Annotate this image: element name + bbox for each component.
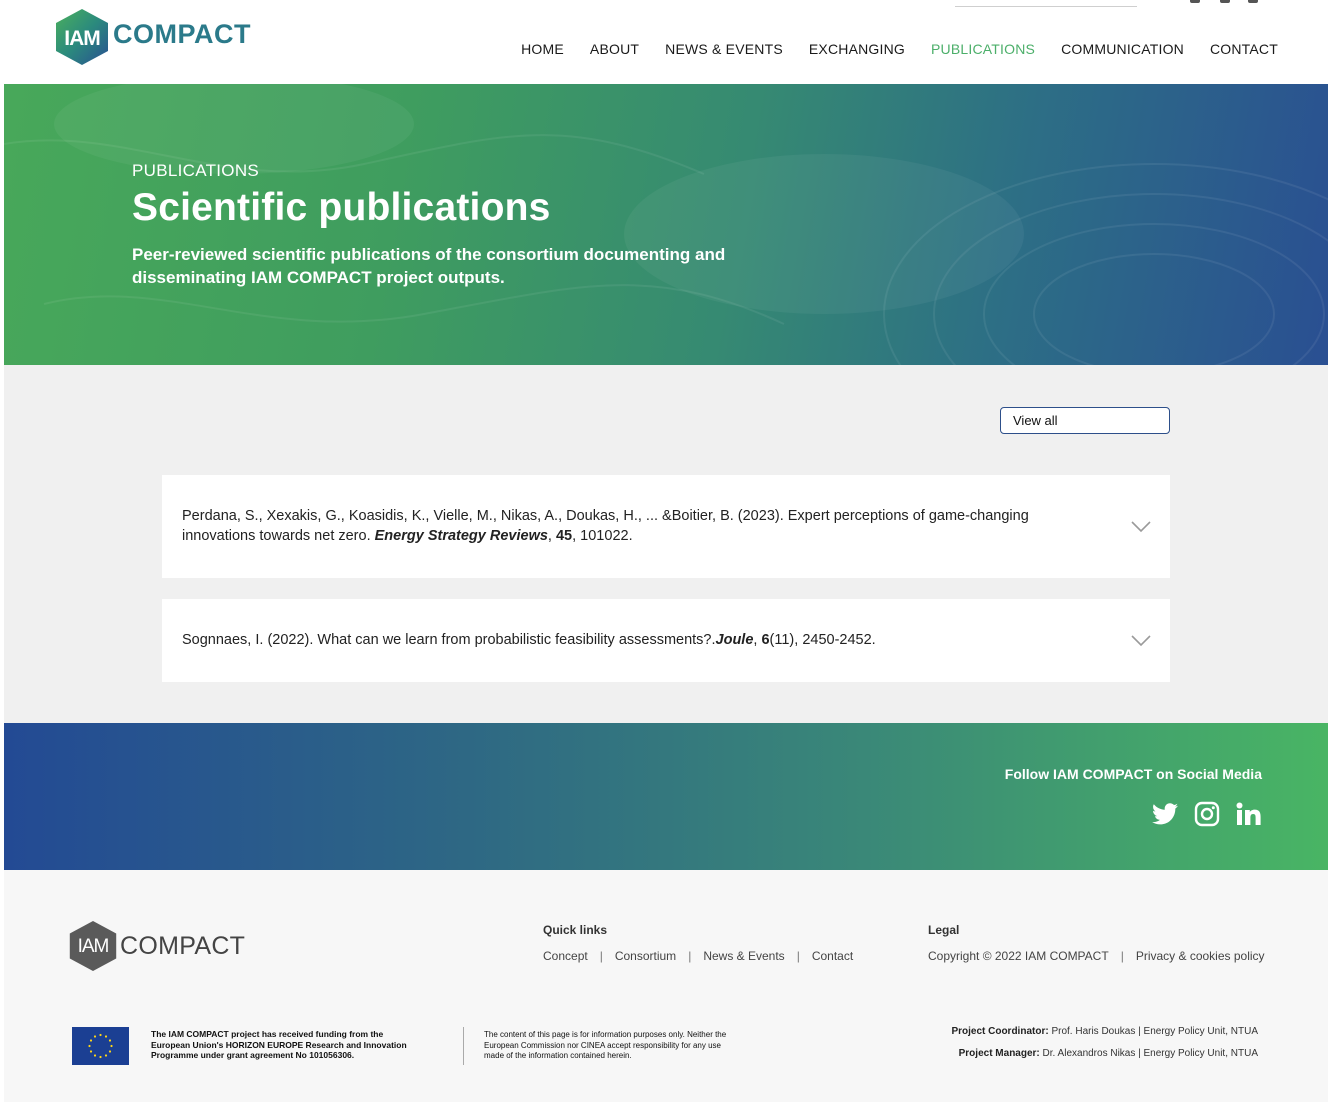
view-all-select[interactable]: View all (1000, 407, 1170, 434)
footer-link-news-events[interactable]: News & Events (703, 949, 784, 963)
publication-pages: (11), 2450-2452. (769, 632, 876, 648)
footer-link-contact[interactable]: Contact (812, 949, 853, 963)
hero-kicker: PUBLICATIONS (132, 161, 260, 180)
nav-communication[interactable]: COMMUNICATION (1061, 41, 1184, 57)
hero-subtitle: Peer-reviewed scientific publications of… (132, 245, 726, 287)
quick-links-title: Quick links (543, 923, 608, 937)
footer-link-concept[interactable]: Concept (543, 949, 588, 963)
copyright-text: Copyright © 2022 IAM COMPACT (928, 949, 1109, 963)
publication-volume: 6 (761, 632, 770, 648)
search-field[interactable] (955, 6, 1137, 7)
footer-logo[interactable]: IAM COMPACT (68, 920, 245, 972)
publication-item[interactable]: Perdana, S., Xexakis, G., Koasidis, K., … (162, 475, 1170, 578)
publication-authors: Sognnaes, I. (2022). What can we learn f… (182, 632, 716, 648)
manager-value: Dr. Alexandros Nikas | Energy Policy Uni… (1039, 1048, 1258, 1059)
footer-divider (463, 1027, 464, 1065)
disclaimer-line: European Commission nor CINEA accept res… (484, 1040, 721, 1050)
link-separator: | (599, 949, 603, 963)
page-title: Scientific publications (132, 186, 551, 229)
hero-content: PUBLICATIONS Scientific publications Pee… (132, 161, 772, 289)
publication-journal: Joule (715, 632, 754, 648)
footer-logo-wordmark: COMPACT (120, 931, 246, 960)
twitter-icon-top[interactable] (1190, 0, 1200, 3)
nav-news-events[interactable]: NEWS & EVENTS (665, 41, 783, 57)
link-separator: | (796, 949, 800, 963)
project-coordinator: Project Coordinator: Prof. Haris Doukas … (951, 1026, 1258, 1037)
nav-publications[interactable]: PUBLICATIONS (931, 41, 1035, 57)
instagram-icon-top[interactable] (1220, 0, 1230, 3)
funding-line: European Union's HORIZON EUROPE Research… (151, 1039, 407, 1050)
chevron-down-icon[interactable] (1130, 520, 1152, 534)
logo-hexagon-icon: IAM (54, 8, 110, 66)
social-title: Follow IAM COMPACT on Social Media (1004, 766, 1262, 782)
manager-label: Project Manager: (958, 1048, 1040, 1059)
nav-home[interactable]: HOME (521, 41, 564, 57)
publication-item[interactable]: Sognnaes, I. (2022). What can we learn f… (162, 599, 1170, 682)
eu-flag-icon (72, 1027, 129, 1065)
footer-logo-mark: IAM (77, 936, 110, 957)
coordinator-label: Project Coordinator: (951, 1026, 1049, 1037)
publication-citation: Sognnaes, I. (2022). What can we learn f… (182, 630, 1102, 650)
publication-citation: Perdana, S., Xexakis, G., Koasidis, K., … (182, 506, 1102, 546)
disclaimer: The content of this page is for informat… (484, 1030, 726, 1062)
publication-pages: , 101022. (572, 528, 633, 544)
hero-banner: PUBLICATIONS Scientific publications Pee… (4, 84, 1328, 365)
funding-statement: The IAM COMPACT project has received fun… (151, 1029, 407, 1061)
disclaimer-line: The content of this page is for informat… (484, 1030, 727, 1039)
site-logo[interactable]: IAM COMPACT (54, 8, 251, 66)
main-nav: HOME ABOUT NEWS & EVENTS EXCHANGING PUBL… (495, 41, 1278, 57)
twitter-icon[interactable] (1152, 803, 1178, 825)
disclaimer-line: made of the information contained herein… (484, 1051, 632, 1060)
publication-journal: Energy Strategy Reviews (374, 528, 548, 544)
linkedin-icon-top[interactable] (1248, 0, 1258, 3)
site-footer: IAM COMPACT Quick links Concept | Consor… (4, 870, 1328, 1102)
funding-line: Programme under grant agreement No 10105… (151, 1050, 355, 1060)
instagram-icon[interactable] (1194, 801, 1220, 827)
linkedin-icon[interactable] (1236, 802, 1262, 826)
publication-volume: 45 (555, 528, 573, 544)
funding-line: The IAM COMPACT project has received fun… (151, 1029, 384, 1039)
chevron-down-icon[interactable] (1130, 634, 1152, 648)
coordinator-value: Prof. Haris Doukas | Energy Policy Unit,… (1048, 1026, 1258, 1037)
quick-links: Concept | Consortium | News & Events | C… (543, 949, 853, 963)
publication-sep: , (547, 528, 556, 544)
legal-title: Legal (928, 923, 960, 937)
logo-wordmark: COMPACT (113, 18, 251, 49)
link-separator: | (688, 949, 692, 963)
nav-exchanging[interactable]: EXCHANGING (809, 41, 905, 57)
link-separator: | (1120, 949, 1124, 963)
nav-about[interactable]: ABOUT (590, 41, 639, 57)
social-band: Follow IAM COMPACT on Social Media (4, 723, 1328, 870)
footer-link-consortium[interactable]: Consortium (615, 949, 676, 963)
social-icons (1136, 801, 1262, 827)
footer-logo-hexagon-icon: IAM (68, 920, 118, 972)
logo-mark: IAM (64, 27, 101, 50)
nav-contact[interactable]: CONTACT (1210, 41, 1278, 57)
privacy-policy-link[interactable]: Privacy & cookies policy (1136, 949, 1265, 963)
publications-section: View all Perdana, S., Xexakis, G., Koasi… (4, 365, 1328, 723)
site-header: IAM COMPACT HOME ABOUT NEWS & EVENTS EXC… (0, 0, 1330, 84)
project-manager: Project Manager: Dr. Alexandros Nikas | … (959, 1048, 1258, 1059)
legal-links: Copyright © 2022 IAM COMPACT | Privacy &… (928, 949, 1265, 963)
